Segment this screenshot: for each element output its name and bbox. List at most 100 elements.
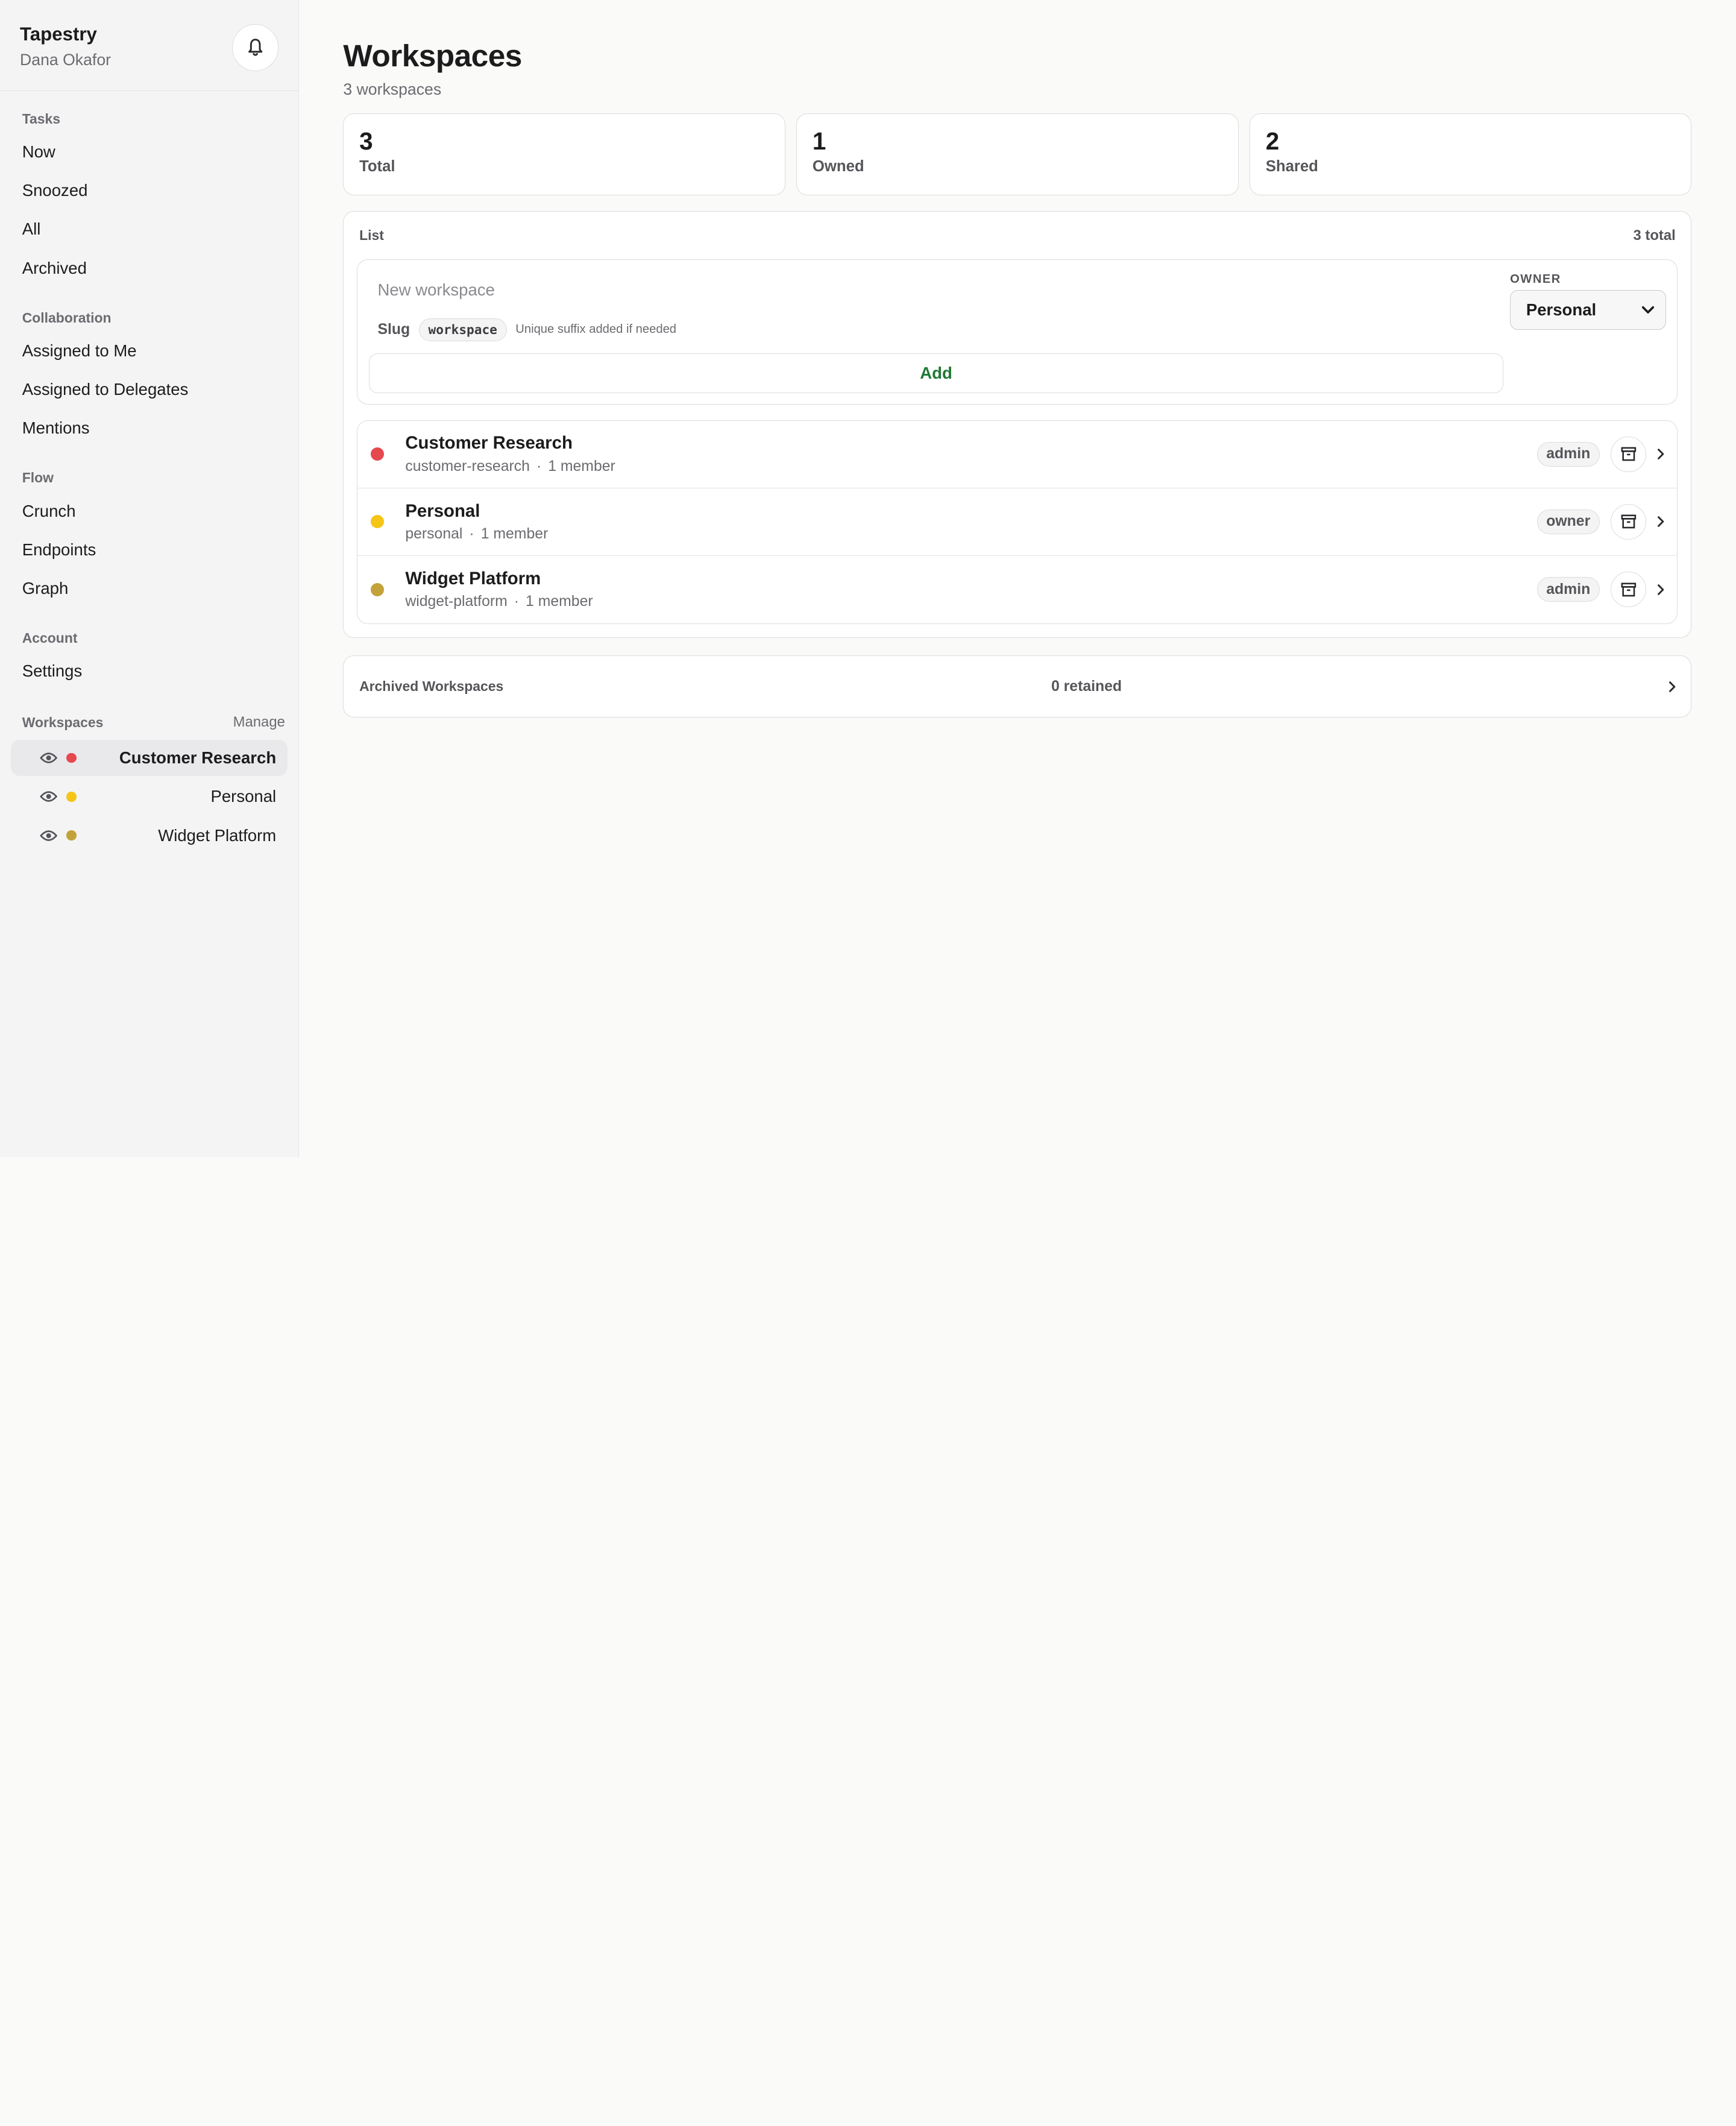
- sidebar-item-all[interactable]: All: [0, 210, 298, 248]
- stat-label: Owned: [812, 158, 864, 175]
- stat-value: 1: [812, 127, 826, 156]
- section-account-title: Account: [22, 630, 78, 646]
- workspace-color-dot: [371, 515, 385, 529]
- section-tasks-items: Now Snoozed All Archived: [0, 133, 298, 288]
- sidebar-item-endpoints[interactable]: Endpoints: [0, 531, 298, 569]
- archive-button[interactable]: [1611, 572, 1647, 608]
- sidebar-item-now[interactable]: Now: [0, 133, 298, 171]
- section-tasks-title: Tasks: [22, 110, 61, 127]
- table-row[interactable]: Widget Platform widget-platform · 1 member…: [357, 556, 1677, 623]
- slug-label: Slug: [377, 321, 410, 338]
- workspaces-header: Workspaces Manage: [0, 714, 298, 731]
- workspace-color-dot: [371, 582, 385, 596]
- sidebar-workspace-label: Widget Platform: [158, 825, 277, 845]
- row-slug: personal: [405, 525, 463, 542]
- main-content: Workspaces 3 workspaces 3 Total 1 Owned …: [299, 0, 1736, 1157]
- app-root: Tapestry Dana Okafor Tasks Now Snoozed A…: [0, 0, 1736, 1158]
- row-name: Personal: [405, 500, 480, 521]
- sidebar-workspace-customer-research[interactable]: Customer Research: [11, 739, 288, 777]
- workspace-color-dot: [66, 792, 77, 802]
- archive-button[interactable]: [1611, 503, 1647, 540]
- page-subtitle: 3 workspaces: [343, 80, 442, 99]
- role-badge: admin: [1536, 441, 1600, 467]
- slug-hint: Unique suffix added if needed: [515, 323, 677, 336]
- stats-row: 3 Total 1 Owned 2 Shared: [343, 113, 1692, 196]
- sidebar-item-assigned-to-me[interactable]: Assigned to Me: [0, 332, 298, 370]
- slug-value: workspace: [418, 318, 507, 341]
- stat-label: Shared: [1265, 158, 1318, 175]
- stat-owned: 1 Owned: [796, 113, 1239, 196]
- workspace-color-dot: [66, 752, 77, 763]
- table-row[interactable]: Personal personal · 1 member owner: [357, 488, 1678, 556]
- sidebar-header: Tapestry Dana Okafor: [0, 0, 298, 91]
- eye-icon[interactable]: [40, 751, 58, 765]
- stat-value: 3: [359, 127, 373, 156]
- row-meta: personal · 1 member: [405, 526, 548, 543]
- separator: ·: [536, 458, 542, 475]
- chevron-right-icon[interactable]: [1655, 447, 1666, 461]
- new-workspace-input[interactable]: [377, 280, 1263, 300]
- workspace-color-dot: [371, 447, 385, 461]
- archived-count: 0 retained: [1051, 678, 1122, 695]
- bell-icon: [248, 39, 262, 57]
- archive-button[interactable]: [1611, 436, 1647, 472]
- workspace-color-dot: [66, 830, 77, 841]
- separator: ·: [514, 593, 520, 610]
- sidebar-item-archived[interactable]: Archived: [0, 249, 298, 288]
- chevron-right-icon[interactable]: [1655, 515, 1666, 528]
- row-slug: widget-platform: [405, 593, 508, 610]
- workspace-list: Customer Research Personal Widget Platfo…: [0, 739, 298, 854]
- sidebar-workspace-label: Personal: [210, 787, 277, 806]
- chevron-down-icon: [1641, 306, 1654, 314]
- manage-workspaces-link[interactable]: Manage: [233, 714, 285, 731]
- row-name: Widget Platform: [405, 569, 541, 589]
- row-text: Personal personal · 1 member: [405, 501, 548, 543]
- sidebar-item-assigned-to-delegates[interactable]: Assigned to Delegates: [0, 370, 298, 409]
- row-members: 1 member: [480, 525, 549, 542]
- sidebar-item-mentions[interactable]: Mentions: [0, 409, 298, 447]
- separator: ·: [469, 525, 474, 542]
- row-meta: customer-research · 1 member: [405, 458, 615, 475]
- archive-icon: [1621, 582, 1636, 597]
- archive-icon: [1621, 514, 1636, 529]
- sidebar-item-settings[interactable]: Settings: [0, 652, 298, 690]
- stat-value: 2: [1265, 127, 1280, 156]
- slug-row: Slug workspace Unique suffix added if ne…: [377, 318, 1666, 341]
- row-members: 1 member: [526, 593, 593, 610]
- owner-select[interactable]: Personal: [1510, 289, 1667, 330]
- section-account-items: Settings: [0, 652, 298, 690]
- table-row[interactable]: Customer Research customer-research · 1 me…: [357, 421, 1678, 488]
- notifications-button[interactable]: [231, 24, 278, 71]
- workspace-list-card: List 3 total Slug workspace Unique suffi…: [343, 210, 1692, 638]
- row-slug: customer-research: [405, 458, 530, 475]
- sidebar-item-snoozed[interactable]: Snoozed: [0, 171, 298, 210]
- chevron-right-icon[interactable]: [1667, 680, 1678, 693]
- sidebar-workspace-personal[interactable]: Personal: [11, 778, 287, 815]
- list-header: List 3 total: [357, 227, 1678, 244]
- section-flow-items: Crunch Endpoints Graph: [0, 492, 298, 608]
- row-text: Customer Research customer-research · 1 me…: [405, 433, 615, 475]
- section-collaboration-title: Collaboration: [22, 309, 112, 326]
- eye-icon[interactable]: [40, 829, 58, 842]
- add-workspace-button[interactable]: Add: [368, 353, 1504, 393]
- row-text: Widget Platform widget-platform · 1 member: [405, 569, 593, 610]
- sidebar-item-crunch[interactable]: Crunch: [0, 492, 298, 531]
- new-workspace-form: Slug workspace Unique suffix added if ne…: [357, 259, 1678, 405]
- sidebar-workspace-label: Customer Research: [119, 748, 277, 768]
- owner-label: OWNER: [1510, 272, 1561, 286]
- archived-workspaces-card[interactable]: Archived Workspaces 0 retained: [343, 655, 1692, 718]
- section-collaboration-items: Assigned to Me Assigned to Delegates Men…: [0, 332, 298, 448]
- sidebar-workspace-widget-platform[interactable]: Widget Platform: [11, 817, 287, 854]
- row-members: 1 member: [548, 458, 615, 475]
- role-badge: admin: [1536, 577, 1600, 602]
- sidebar: Tapestry Dana Okafor Tasks Now Snoozed A…: [0, 0, 299, 1158]
- role-badge: owner: [1536, 509, 1600, 534]
- stat-total: 3 Total: [343, 113, 785, 196]
- list-total: 3 total: [1633, 227, 1676, 244]
- page-title: Workspaces: [343, 38, 522, 74]
- archive-icon: [1621, 447, 1636, 461]
- chevron-right-icon[interactable]: [1655, 583, 1666, 596]
- sidebar-item-graph[interactable]: Graph: [0, 569, 298, 608]
- archived-title: Archived Workspaces: [359, 678, 504, 695]
- eye-icon[interactable]: [40, 790, 58, 803]
